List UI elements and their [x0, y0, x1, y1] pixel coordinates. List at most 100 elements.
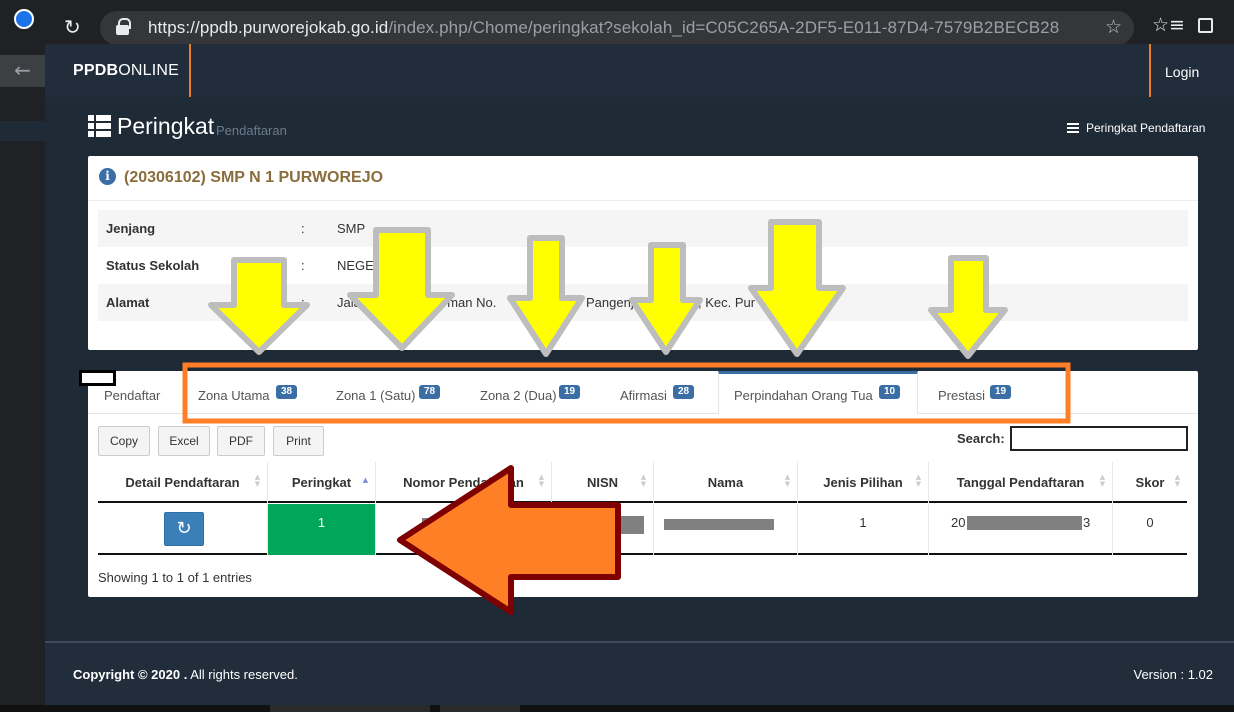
refresh-icon[interactable]: ↻	[164, 512, 204, 546]
left-sidebar: ←	[0, 55, 45, 712]
sort-icon: ▲ ▼	[784, 473, 791, 488]
column-header-jenis-pilihan[interactable]: Jenis Pilihan ▲ ▼	[798, 462, 929, 503]
info-row-jenjang: Jenjang : SMP	[98, 210, 1188, 247]
table-row: ↻ 1 1 20 3 0	[98, 504, 1187, 555]
jenis-pilihan-value: 1	[859, 515, 867, 530]
column-title: NISN	[586, 475, 619, 490]
column-title: Nomor Pendaftaran	[403, 475, 524, 490]
nav-separator	[189, 44, 191, 97]
url-path: /index.php/Chome/peringkat?sekolah_id=C0…	[388, 18, 1060, 37]
column-header-nisn[interactable]: NISN ▲ ▼	[552, 462, 654, 503]
page-subtitle: Pendaftaran	[216, 123, 287, 138]
column-header-nama[interactable]: Nama ▲ ▼	[654, 462, 798, 503]
favorites-icon[interactable]: ☆≡	[1152, 14, 1185, 36]
cell-peringkat: 1	[268, 504, 376, 555]
url-text: https://ppdb.purworejokab.go.id/index.ph…	[148, 17, 1059, 39]
sidebar-divider	[0, 121, 45, 141]
info-colon: :	[301, 258, 305, 273]
copy-button[interactable]: Copy	[98, 426, 150, 456]
info-label: Status Sekolah	[106, 258, 200, 273]
page-footer: Copyright © 2020 . All rights reserved. …	[45, 643, 1234, 705]
reload-icon[interactable]: ↻	[64, 14, 81, 40]
lock-icon	[116, 18, 131, 35]
tab-label: Zona Utama	[198, 388, 270, 403]
cell-tanggal: 20 3	[929, 504, 1113, 555]
taskbar	[0, 705, 1234, 712]
redaction-bar	[664, 519, 774, 530]
info-value-fragment: , Kec. Pur	[698, 295, 756, 310]
print-button[interactable]: Print	[273, 426, 324, 456]
table-header: Detail Pendaftaran ▲ ▼ Peringkat ▲ Nomor Pe…	[98, 462, 1187, 503]
tab-badge: 19	[990, 385, 1012, 399]
annotation-layer	[182, 219, 1071, 615]
tab-label: Perpindahan Orang Tua	[734, 388, 873, 403]
brand-bold: PPDB	[73, 62, 119, 79]
info-row-status: Status Sekolah : NEGE	[98, 247, 1188, 284]
column-header-detail[interactable]: Detail Pendaftaran ▲ ▼	[98, 462, 268, 503]
column-title: Jenis Pilihan	[823, 475, 903, 490]
tab-badge: 28	[673, 385, 695, 399]
tab-perpindahan-orang-tua[interactable]: Perpindahan Orang Tua 10	[718, 371, 918, 414]
tab-label: Pendaftar	[104, 388, 161, 403]
column-header-tanggal[interactable]: Tanggal Pendaftaran ▲ ▼	[929, 462, 1113, 503]
school-title: (20306102) SMP N 1 PURWOREJO	[124, 169, 384, 186]
divider	[88, 200, 1198, 201]
column-title: Nama	[707, 475, 744, 490]
tab-label: Prestasi	[938, 388, 985, 403]
brand-logo[interactable]: PPDBONLINE	[73, 62, 179, 80]
list-icon	[88, 115, 111, 137]
column-header-nomor[interactable]: Nomor Pendaftaran ▲ ▼	[376, 462, 552, 503]
search-label: Search:	[957, 431, 1005, 446]
rank-value: 1	[317, 515, 326, 530]
site-favicon-icon	[14, 9, 34, 29]
top-navbar: PPDBONLINE Login	[45, 44, 1234, 97]
info-value: NEGE	[337, 258, 374, 273]
tanggal-suffix: 3	[1083, 515, 1091, 530]
column-title: Peringkat	[291, 475, 352, 490]
info-value-fragment: Pangenj	[586, 295, 634, 310]
cell-nisn	[552, 504, 654, 555]
tab-bar: Pendaftar Zona Utama 38 Zona 1 (Satu) 78 Z…	[88, 371, 1198, 414]
star-icon[interactable]: ☆	[1105, 16, 1122, 38]
info-colon: :	[301, 295, 305, 310]
tab-prestasi[interactable]: Prestasi 19	[938, 371, 1028, 414]
cell-nomor	[376, 504, 552, 555]
cell-skor: 0	[1113, 504, 1187, 555]
redaction-bar	[422, 518, 462, 532]
excel-button[interactable]: Excel	[158, 426, 210, 456]
table-info: Showing 1 to 1 of 1 entries	[98, 570, 252, 585]
copyright-bold: Copyright © 2020 .	[73, 667, 188, 682]
breadcrumb[interactable]: Peringkat Pendaftaran	[1067, 121, 1205, 135]
login-link[interactable]: Login	[1165, 64, 1199, 80]
tab-afirmasi[interactable]: Afirmasi 28	[620, 371, 710, 414]
tab-badge: 38	[276, 385, 298, 399]
tab-zona-1[interactable]: Zona 1 (Satu) 78	[336, 371, 456, 414]
back-arrow-icon[interactable]: ←	[0, 55, 45, 87]
copyright-text: Copyright © 2020 . All rights reserved.	[73, 667, 298, 682]
tab-badge: 10	[879, 385, 901, 399]
tab-pendaftar[interactable]: Pendaftar	[104, 371, 194, 414]
collections-icon[interactable]	[1198, 18, 1213, 33]
sort-icon: ▲ ▼	[538, 473, 545, 488]
tab-zona-2[interactable]: Zona 2 (Dua) 19	[480, 371, 592, 414]
column-title: Detail Pendaftaran	[125, 475, 240, 490]
school-info-card: i (20306102) SMP N 1 PURWOREJO Jenjang :…	[88, 156, 1198, 350]
taskbar-item	[440, 705, 520, 712]
taskbar-item	[270, 705, 430, 712]
tab-zona-utama[interactable]: Zona Utama 38	[198, 371, 316, 414]
cell-jenis-pilihan: 1	[798, 504, 929, 555]
pdf-button[interactable]: PDF	[217, 426, 265, 456]
column-header-peringkat[interactable]: Peringkat ▲	[268, 462, 376, 503]
version-text: Version : 1.02	[1133, 667, 1214, 682]
info-value: SMP	[337, 221, 366, 236]
search-input[interactable]	[1010, 426, 1188, 451]
info-row-alamat: Alamat : Jala irman No. Pangenj , Kec. P…	[98, 284, 1188, 321]
column-title: Tanggal Pendaftaran	[956, 475, 1085, 490]
sort-icon: ▲ ▼	[1099, 473, 1106, 488]
tab-label: Zona 2 (Dua)	[480, 388, 557, 403]
info-value-fragment: irman No.	[440, 295, 497, 310]
address-bar[interactable]: https://ppdb.purworejokab.go.id/index.ph…	[100, 11, 1134, 45]
info-value: Jala	[337, 295, 361, 310]
sort-icon: ▲ ▼	[254, 473, 261, 488]
column-header-skor[interactable]: Skor ▲ ▼	[1113, 462, 1187, 503]
